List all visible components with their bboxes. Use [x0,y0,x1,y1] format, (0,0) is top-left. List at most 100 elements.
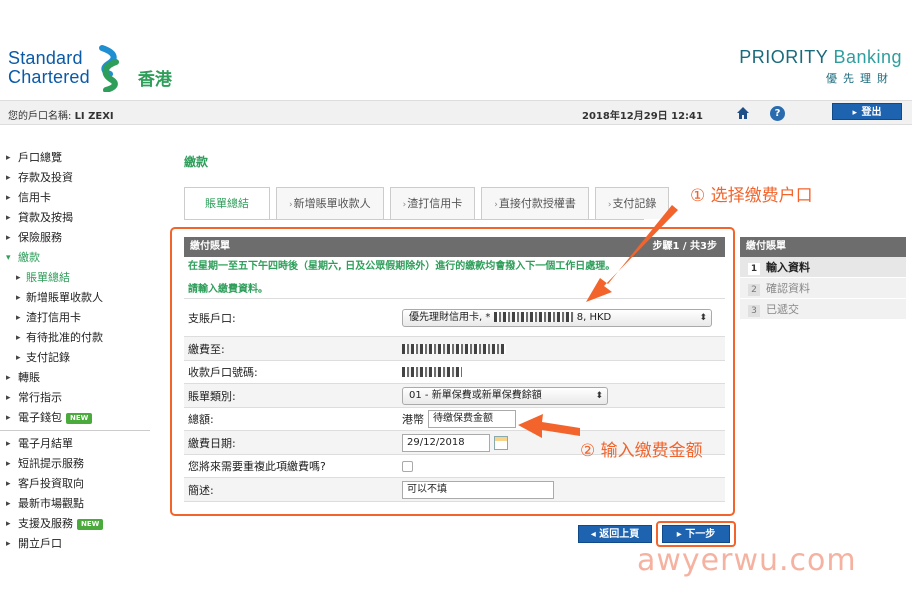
annotation-select-account: ① 选择缴费户口 [690,186,813,206]
updown-arrows-icon: ⬍ [595,390,603,401]
receiver-account-label: 收款戶口號碼: [188,366,258,379]
logout-button[interactable]: ▸ 登出 [832,103,902,120]
current-datetime: 2018年12月29日 12:41 [582,111,703,122]
sidebar-subitem-sc-credit-card[interactable]: 渣打信用卡 [0,308,160,328]
steps-panel: 繳付賬單 1 輸入資料 2 確認資料 3 已遞交 [740,237,906,320]
step-number: 1 [748,263,760,275]
logo-mark-icon [98,45,119,92]
priority-subtitle: 優先理財 [826,72,894,85]
priority-banking-logo: PRIORITY Banking 優先理財 [739,47,902,86]
bill-type-selected: 01 - 新單保費或新單保費餘額 [409,389,542,401]
repeat-payment-checkbox[interactable] [402,460,413,472]
bill-type-row: 賬單類別: 01 - 新單保費或新單保費餘額 ⬍ [184,384,725,408]
tab-add-payee[interactable]: ›新增賬單收款人 [276,187,384,219]
sidebar-subitem-add-payee[interactable]: 新增賬單收款人 [0,288,160,308]
home-icon[interactable] [736,106,750,120]
chevron-right-icon: › [494,200,498,210]
e-wallet-label: 電子錢包 [18,411,62,424]
pay-bill-form: 繳付賬單 步驟1 / 共3步 在星期一至五下午四時後（星期六, 日及公眾假期除外… [184,237,725,502]
chevron-right-icon: › [289,200,293,210]
form-step-indicator: 步驟1 / 共3步 [652,241,717,252]
sidebar-item-insurance[interactable]: 保險服務 [0,228,160,248]
processing-notice: 在星期一至五下午四時後（星期六, 日及公眾假期除外）進行的繳款均會撥入下一個工作… [188,261,616,272]
logo-line1: Standard [8,48,83,68]
memo-input[interactable]: 可以不填 [402,480,554,499]
logo-line2: Chartered [8,67,90,87]
chevron-right-icon: › [607,200,612,210]
sidebar-nav: 戶口總覽 存款及投資 信用卡 貸款及按揭 保險服務 繳款 賬單總結 新增賬單收款… [0,148,160,554]
back-button[interactable]: ◂ 返回上頁 [578,525,652,543]
banking-word: Banking [833,47,902,67]
next-button[interactable]: ▸ 下一步 [662,525,730,543]
tab-label: 支付記錄 [612,197,657,210]
region-label: 香港 [137,69,172,90]
payment-date-label: 繳費日期: [188,436,236,450]
tab-label: 直接付款授權書 [498,197,576,210]
tab-bill-summary[interactable]: 賬單總結 [184,187,270,219]
sidebar-item-investment-profile[interactable]: 客戶投資取向 [0,474,160,494]
step-label: 已遞交 [766,303,799,316]
sidebar-item-accounts-overview[interactable]: 戶口總覽 [0,148,160,168]
debit-account-label: 支賬戶口: [188,311,236,325]
repeat-payment-label: 您將來需要重複此項繳費嗎? [188,460,326,473]
sidebar-item-market-views[interactable]: 最新市場觀點 [0,494,160,514]
back-button-label: 返回上頁 [599,529,640,540]
sidebar-item-loans-mortgage[interactable]: 貸款及按揭 [0,208,160,228]
payment-date-input[interactable]: 29/12/2018 [402,433,490,452]
chevron-right-icon: ▸ [676,529,686,540]
priority-title: PRIORITY Banking [739,47,902,68]
sidebar-subitem-bill-summary[interactable]: 賬單總結 [0,268,160,288]
new-badge: NEW [66,413,93,424]
step-number: 2 [748,284,760,296]
step-number: 3 [748,305,760,317]
sidebar-item-credit-card[interactable]: 信用卡 [0,188,160,208]
account-name: 您的戶口名稱: LI ZEXI [8,107,114,122]
currency-label: 港幣 [402,413,424,426]
standard-chartered-logo: Standard Chartered 香港 [8,44,172,92]
sidebar-item-deposits-investments[interactable]: 存款及投資 [0,168,160,188]
sidebar-item-support[interactable]: 支援及服務 NEW [0,514,160,534]
account-bar: 您的戶口名稱: LI ZEXI 2018年12月29日 12:41 ? ▸ 登出 [0,100,912,125]
bill-type-select[interactable]: 01 - 新單保費或新單保費餘額 ⬍ [402,386,608,405]
bill-type-value: 01 - 新單保費或新單保費餘額 ⬍ [402,386,725,405]
sidebar-divider [0,430,150,432]
help-icon[interactable]: ? [770,106,785,121]
payee-label: 繳費至: [188,342,225,356]
tab-underline [184,219,644,220]
debit-account-selected: 優先理財信用卡, * [409,311,491,323]
amount-input[interactable]: 待缴保费金额 [428,410,516,428]
logout-label: 登出 [861,107,882,118]
step-1: 1 輸入資料 [740,257,906,278]
sidebar-item-e-wallet[interactable]: 電子錢包 NEW [0,408,160,428]
sidebar-item-payments[interactable]: 繳款 [0,248,160,268]
sidebar-subitem-payment-history[interactable]: 支付記錄 [0,348,160,368]
sidebar-item-sms-alerts[interactable]: 短訊提示服務 [0,454,160,474]
masked-receiver-number [402,367,462,377]
memo-row: 簡述: 可以不填 [184,478,725,502]
tab-direct-debit[interactable]: ›直接付款授權書 [481,187,589,219]
step-label: 確認資料 [766,282,810,295]
sidebar-item-open-account[interactable]: 開立戶口 [0,534,160,554]
sidebar-item-transfers[interactable]: 轉賬 [0,368,160,388]
tab-label: 渣打信用卡 [407,197,463,210]
sidebar-subitem-pending-payments[interactable]: 有待批准的付款 [0,328,160,348]
step-label: 輸入資料 [766,261,810,274]
repeat-payment-value [402,460,725,472]
step-3: 3 已遞交 [740,299,906,320]
receiver-account-value [402,367,725,377]
chevron-right-icon: › [402,200,407,210]
masked-payee-name [402,343,506,354]
debit-account-select[interactable]: 優先理財信用卡, * 8, HKD ⬍ [402,308,712,327]
chevron-right-icon: ▸ [852,108,858,118]
tab-payment-history[interactable]: ›支付記錄 [594,187,670,219]
watermark: awyerwu.com [637,543,857,578]
sidebar-item-standing-instructions[interactable]: 常行指示 [0,388,160,408]
memo-value: 可以不填 [402,480,725,499]
bill-type-label: 賬單類別: [188,389,236,403]
tab-sc-credit-card[interactable]: ›渣打信用卡 [389,187,476,219]
calendar-icon[interactable] [494,435,508,450]
receiver-account-row: 收款戶口號碼: [184,361,725,384]
step-2: 2 確認資料 [740,278,906,299]
sidebar-item-e-statements[interactable]: 電子月結單 [0,434,160,454]
debit-account-value: 優先理財信用卡, * 8, HKD ⬍ [402,308,725,327]
